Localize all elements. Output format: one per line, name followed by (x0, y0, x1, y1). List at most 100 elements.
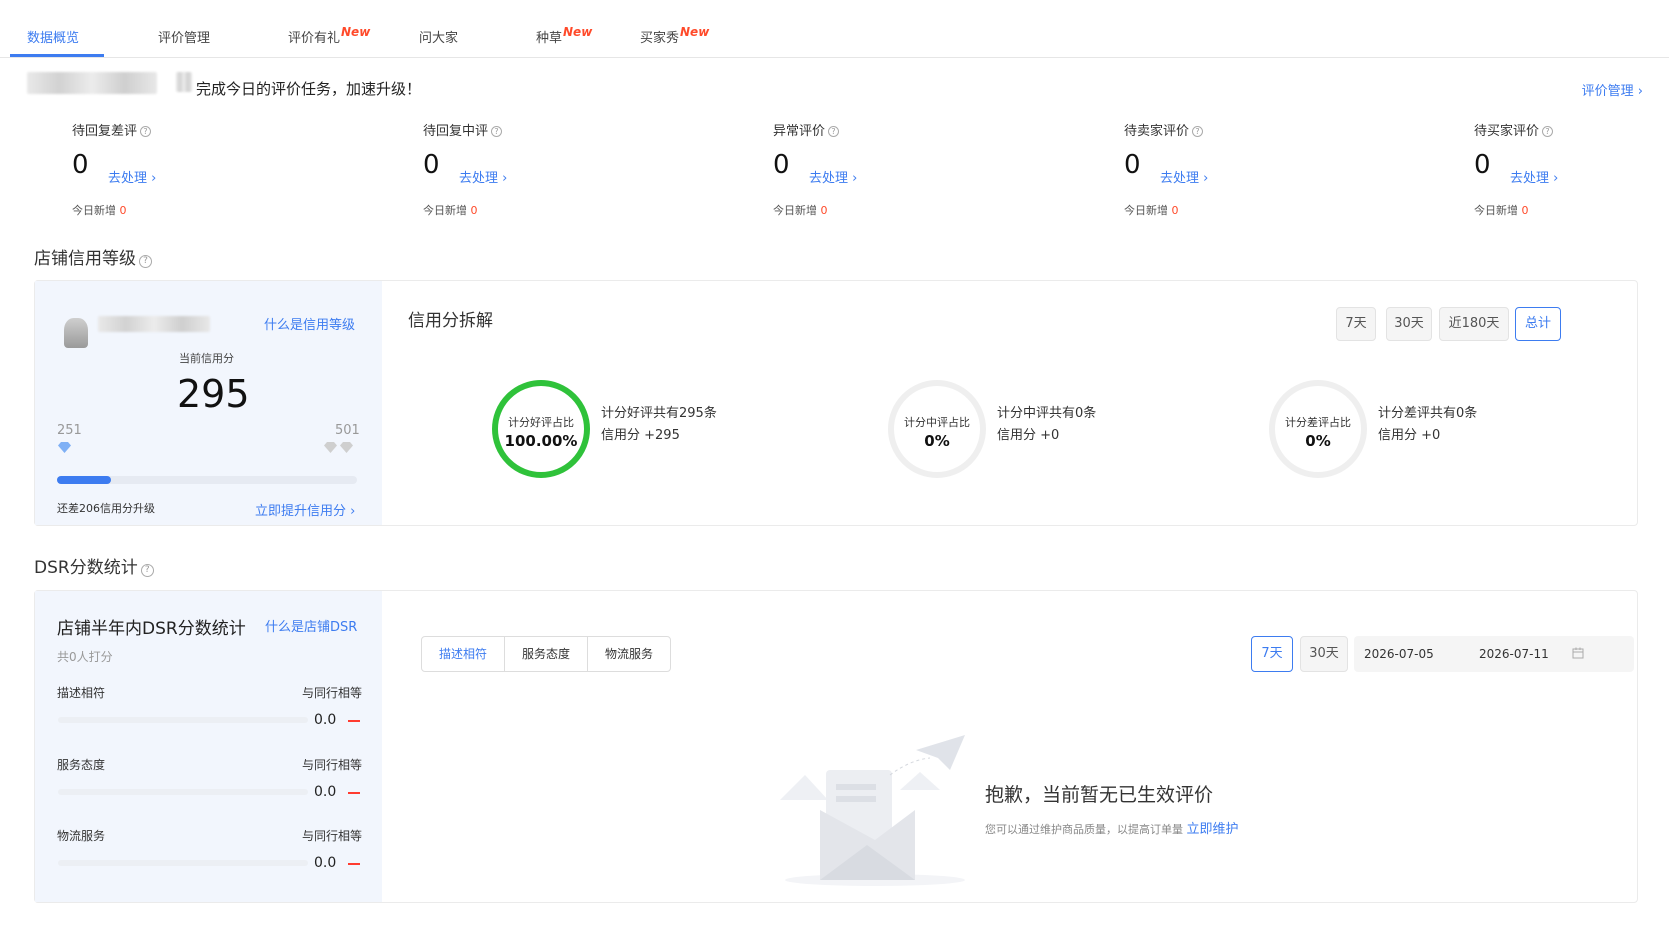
credit-progress-fill (57, 476, 111, 484)
metric-value: 0 (773, 150, 790, 180)
rating-count: 共0人打分 (57, 650, 113, 664)
active-tab-indicator (10, 54, 104, 57)
redacted-store-name (98, 316, 210, 332)
credit-min: 251 (57, 423, 82, 438)
range-7d-button[interactable]: 7天 (1336, 307, 1376, 341)
dsr-row-value: 0.0 (314, 855, 337, 871)
redacted-store-name (27, 72, 157, 94)
today-new: 今日新增 0 (423, 204, 478, 217)
process-link[interactable]: 去处理 › (1160, 167, 1208, 186)
credit-section-title: 店铺信用等级? (34, 244, 152, 269)
new-badge: New (563, 25, 593, 39)
diamond-gray-icon (324, 442, 337, 453)
metric-abnormal: 异常评价? 0 去处理 › 今日新增 0 (773, 120, 973, 217)
neutral-review-desc: 计分中评共有0条 信用分 +0 (997, 406, 1097, 443)
dsr-row-label: 物流服务 (57, 829, 106, 843)
boost-credit-link[interactable]: 立即提升信用分 › (255, 500, 355, 519)
metric-pending-buyer: 待买家评价? 0 去处理 › 今日新增 0 (1474, 120, 1669, 217)
what-is-credit-link[interactable]: 什么是信用等级 (264, 314, 355, 333)
process-link[interactable]: 去处理 › (108, 167, 156, 186)
credit-max: 501 (335, 423, 360, 438)
tab-ask-everyone[interactable]: 问大家 (419, 27, 458, 46)
date-end[interactable]: 2026-07-11 (1479, 647, 1549, 661)
empty-desc: 您可以通过维护商品质量，以提高订单量 立即维护 (985, 822, 1239, 837)
negative-review-desc: 计分差评共有0条 信用分 +0 (1378, 406, 1478, 443)
dsr-metric-switch: 描述相符 服务态度 物流服务 (421, 636, 672, 672)
dsr-range-30d-button[interactable]: 30天 (1300, 636, 1348, 672)
dsr-row-bar (58, 717, 308, 723)
tab-data-overview[interactable]: 数据概览 (27, 27, 79, 46)
seg-description[interactable]: 描述相符 (422, 637, 506, 671)
equal-dash-icon (348, 792, 360, 794)
good-review-desc: 计分好评共有295条 信用分 +295 (601, 406, 717, 443)
breakdown-title: 信用分拆解 (408, 311, 493, 331)
question-circle-icon[interactable]: ? (140, 564, 154, 577)
new-badge: New (680, 25, 710, 39)
dsr-row-value: 0.0 (314, 712, 337, 728)
question-circle-icon[interactable]: ? (1192, 126, 1204, 137)
metric-pending-seller: 待卖家评价? 0 去处理 › 今日新增 0 (1124, 120, 1324, 217)
question-circle-icon[interactable]: ? (828, 126, 840, 137)
metric-label: 待买家评价 (1474, 124, 1540, 139)
metric-pending-negative: 待回复差评? 0 去处理 › 今日新增 0 (72, 120, 272, 217)
upgrade-gap-text: 还差206信用分升级 (57, 502, 155, 515)
task-message: 完成今日的评价任务，加速升级！ (196, 80, 422, 98)
equal-dash-icon (348, 863, 360, 865)
redacted-text (176, 72, 192, 92)
metric-label: 异常评价 (773, 124, 826, 139)
question-circle-icon[interactable]: ? (139, 255, 152, 268)
dsr-row-compare: 与同行相等 (302, 829, 363, 843)
question-circle-icon[interactable]: ? (140, 126, 152, 137)
metric-label: 待回复差评 (72, 124, 138, 139)
today-new: 今日新增 0 (1474, 204, 1529, 217)
neutral-review-ring: 计分中评占比 0% (888, 380, 986, 478)
range-180d-button[interactable]: 近180天 (1439, 307, 1509, 341)
process-link[interactable]: 去处理 › (459, 167, 507, 186)
dsr-section-title: DSR分数统计? (34, 553, 154, 578)
equal-dash-icon (348, 720, 360, 722)
tab-seeding[interactable]: 种草 New (536, 25, 592, 46)
metric-value: 0 (72, 150, 89, 180)
tab-buyer-show[interactable]: 买家秀 New (640, 25, 709, 46)
what-is-dsr-link[interactable]: 什么是店铺DSR (265, 616, 357, 635)
metric-value: 0 (1474, 150, 1491, 180)
dsr-row-label: 描述相符 (57, 686, 106, 700)
metric-value: 0 (1124, 150, 1141, 180)
dsr-panel-title: 店铺半年内DSR分数统计 (57, 619, 246, 639)
question-circle-icon[interactable]: ? (1542, 126, 1554, 137)
date-range-picker[interactable]: 2026-07-05 2026-07-11 (1354, 636, 1634, 672)
credit-score: 295 (177, 372, 250, 416)
empty-mail-illustration (780, 735, 965, 886)
dsr-row-bar (58, 860, 308, 866)
metric-label: 待回复中评 (423, 124, 489, 139)
metric-pending-neutral: 待回复中评? 0 去处理 › 今日新增 0 (423, 120, 623, 217)
diamond-gray-icon (340, 442, 353, 453)
process-link[interactable]: 去处理 › (809, 167, 857, 186)
dsr-row-compare: 与同行相等 (302, 758, 363, 772)
current-credit-label: 当前信用分 (179, 352, 234, 365)
tab-review-management[interactable]: 评价管理 (158, 27, 210, 46)
credit-progress-bar (57, 476, 357, 484)
today-new: 今日新增 0 (72, 204, 127, 217)
date-start[interactable]: 2026-07-05 (1364, 647, 1434, 661)
process-link[interactable]: 去处理 › (1510, 167, 1558, 186)
metric-value: 0 (423, 150, 440, 180)
today-new: 今日新增 0 (773, 204, 828, 217)
range-30d-button[interactable]: 30天 (1386, 307, 1432, 341)
tab-review-gift[interactable]: 评价有礼 New (288, 25, 370, 46)
new-badge: New (341, 25, 371, 39)
today-new: 今日新增 0 (1124, 204, 1179, 217)
top-tabs: 数据概览 评价管理 评价有礼 New 问大家 种草 New 买家秀 New (0, 0, 1669, 58)
review-management-link[interactable]: 评价管理 › (1582, 80, 1643, 99)
question-circle-icon[interactable]: ? (491, 126, 503, 137)
good-review-ring: 计分好评占比 100.00% (492, 380, 590, 478)
calendar-icon[interactable] (1572, 647, 1584, 659)
maintain-now-link[interactable]: 立即维护 (1187, 822, 1239, 837)
metric-label: 待卖家评价 (1124, 124, 1190, 139)
dsr-range-7d-button[interactable]: 7天 (1251, 636, 1293, 672)
empty-title: 抱歉，当前暂无已生效评价 (985, 784, 1214, 806)
seg-service[interactable]: 服务态度 (505, 637, 589, 671)
range-total-button[interactable]: 总计 (1515, 307, 1561, 341)
dsr-row-label: 服务态度 (57, 758, 106, 772)
seg-logistics[interactable]: 物流服务 (588, 637, 670, 671)
